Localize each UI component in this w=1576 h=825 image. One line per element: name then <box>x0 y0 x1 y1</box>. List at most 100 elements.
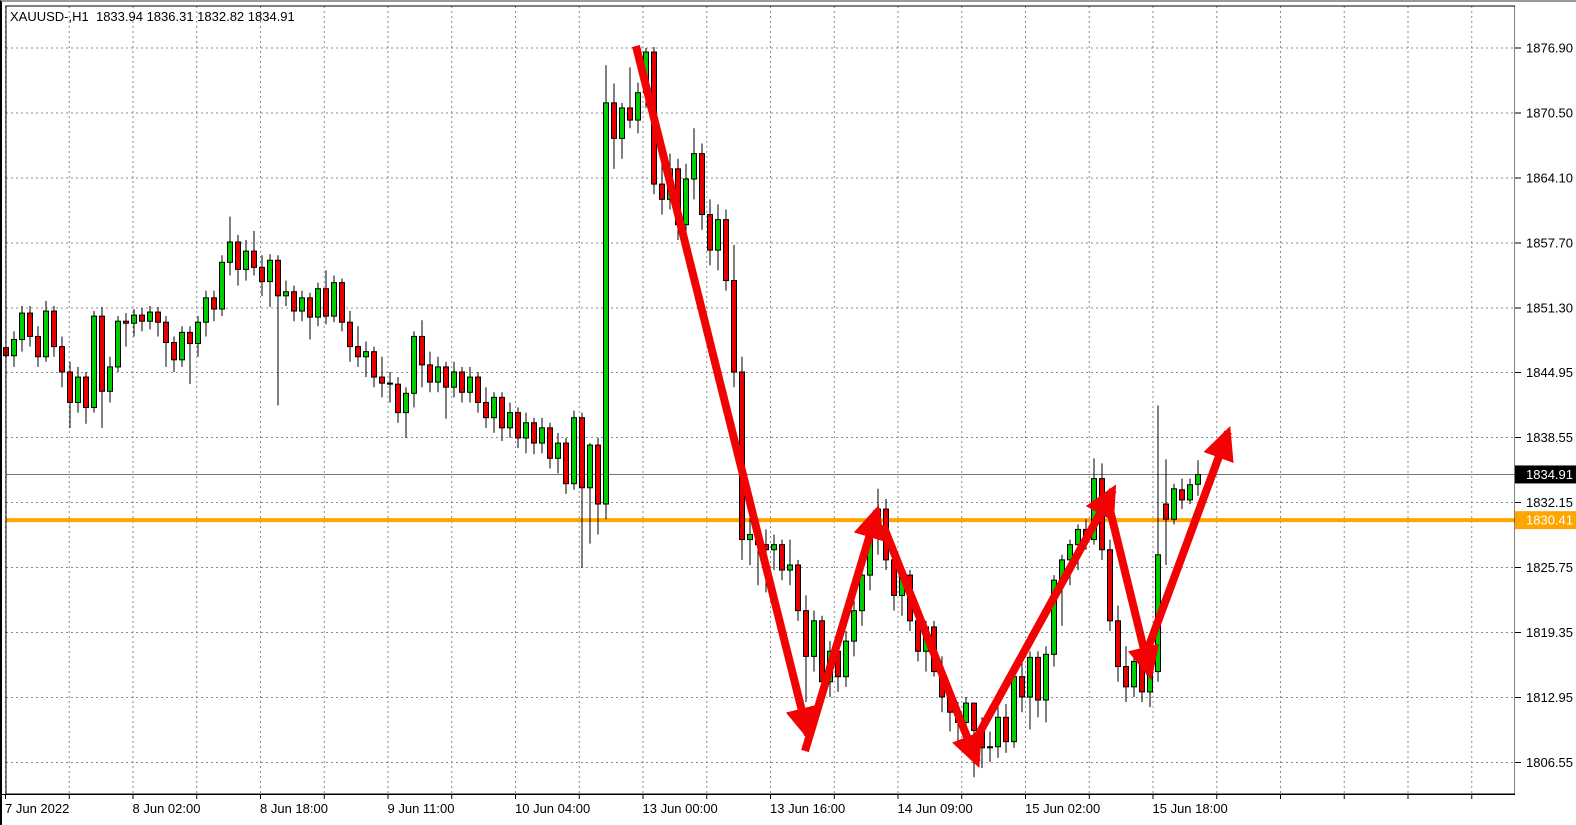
candle-body <box>28 313 33 336</box>
time-axis[interactable]: 7 Jun 20228 Jun 02:008 Jun 18:009 Jun 11… <box>2 795 1576 825</box>
candle-body <box>564 443 569 484</box>
time-tick-label: 8 Jun 02:00 <box>133 801 201 816</box>
candle-body <box>732 281 737 372</box>
candle-body <box>972 703 977 730</box>
candle-body <box>100 316 105 391</box>
candle-body <box>212 298 217 309</box>
candle-body <box>612 103 617 139</box>
time-tick-label: 9 Jun 11:00 <box>388 801 455 816</box>
trend-arrow[interactable] <box>636 46 808 735</box>
candle-body <box>260 267 265 281</box>
candle-body <box>1028 657 1033 697</box>
candle-body <box>196 322 201 343</box>
candle-body <box>84 377 89 407</box>
candle-body <box>1148 672 1153 692</box>
trend-arrows-layer <box>636 46 1228 762</box>
candle-body <box>580 418 585 488</box>
trend-arrow[interactable] <box>1108 502 1150 674</box>
candle-body <box>252 251 257 267</box>
candle-body <box>20 313 25 339</box>
candle-body <box>452 372 457 387</box>
candle-body <box>420 336 425 364</box>
candle-body <box>548 428 553 458</box>
price-tick-label: 1851.30 <box>1526 301 1573 316</box>
candle-body <box>772 545 777 550</box>
candlestick-chart[interactable]: 1876.901870.501864.101857.701851.301844.… <box>2 2 1576 825</box>
candle-body <box>444 367 449 387</box>
candle-body <box>148 312 153 321</box>
candle-body <box>516 413 521 438</box>
candles-layer <box>4 47 1201 777</box>
candle-body <box>188 332 193 343</box>
candle-body <box>292 292 297 311</box>
time-tick-label: 10 Jun 04:00 <box>515 801 590 816</box>
candle-body <box>332 283 337 317</box>
candle-body <box>1036 657 1041 700</box>
candle-body <box>356 347 361 357</box>
price-tick-label: 1819.35 <box>1526 625 1573 640</box>
candle-body <box>404 393 409 412</box>
candle-body <box>708 215 713 251</box>
candle-body <box>500 397 505 427</box>
candle-body <box>724 220 729 281</box>
price-tick-label: 1806.55 <box>1526 755 1573 770</box>
candle-body <box>316 289 321 317</box>
candle-body <box>44 311 49 357</box>
candle-body <box>780 545 785 570</box>
candle-body <box>1132 661 1137 686</box>
chart-window[interactable]: 1876.901870.501864.101857.701851.301844.… <box>0 0 1576 825</box>
candle-body <box>468 377 473 392</box>
price-tick-label: 1844.95 <box>1526 365 1573 380</box>
candle-body <box>340 283 345 323</box>
price-axis[interactable]: 1876.901870.501864.101857.701851.301844.… <box>1515 2 1576 825</box>
candle-body <box>700 154 705 215</box>
candle-body <box>1164 504 1169 519</box>
candle-body <box>308 298 313 317</box>
candle-body <box>628 108 633 120</box>
trend-arrow[interactable] <box>970 490 1113 750</box>
candle-body <box>988 747 993 748</box>
candle-body <box>684 179 689 225</box>
candle-body <box>76 377 81 402</box>
candle-body <box>540 428 545 443</box>
candle-body <box>204 298 209 322</box>
candle-body <box>1196 474 1201 484</box>
candle-body <box>620 108 625 138</box>
candle-body <box>820 621 825 682</box>
candle-body <box>36 336 41 356</box>
candle-body <box>996 717 1001 746</box>
candle-body <box>1140 661 1145 691</box>
candle-body <box>228 242 233 262</box>
candle-body <box>484 402 489 417</box>
candle-body <box>1188 485 1193 500</box>
candle-body <box>492 397 497 417</box>
time-tick-label: 13 Jun 00:00 <box>643 801 718 816</box>
quote-title-overlay: XAUUSD-,H1 1833.94 1836.31 1832.82 1834.… <box>10 9 295 24</box>
candle-body <box>52 311 57 347</box>
candle-body <box>508 413 513 428</box>
price-tick-label: 1870.50 <box>1526 106 1573 121</box>
candle-body <box>692 154 697 179</box>
candle-body <box>524 423 529 438</box>
candle-body <box>1124 667 1129 687</box>
candle-body <box>108 367 113 391</box>
trend-arrow[interactable] <box>883 525 977 762</box>
candle-body <box>68 372 73 402</box>
candle-body <box>428 365 433 382</box>
grid-layer <box>6 6 1516 794</box>
trend-arrow[interactable] <box>1143 432 1228 662</box>
candle-body <box>372 352 377 377</box>
candle-body <box>556 443 561 458</box>
time-tick-label: 8 Jun 18:00 <box>260 801 328 816</box>
candle-body <box>476 377 481 402</box>
candle-body <box>596 445 601 504</box>
candle-body <box>268 260 273 281</box>
candle-body <box>156 312 161 322</box>
candle-body <box>1180 490 1185 500</box>
candle-body <box>380 377 385 383</box>
time-tick-label: 14 Jun 09:00 <box>898 801 973 816</box>
support-price-tag: 1830.41 <box>1515 511 1576 529</box>
candle-body <box>436 367 441 382</box>
candle-body <box>164 322 169 342</box>
time-tick-label: 15 Jun 18:00 <box>1153 801 1228 816</box>
